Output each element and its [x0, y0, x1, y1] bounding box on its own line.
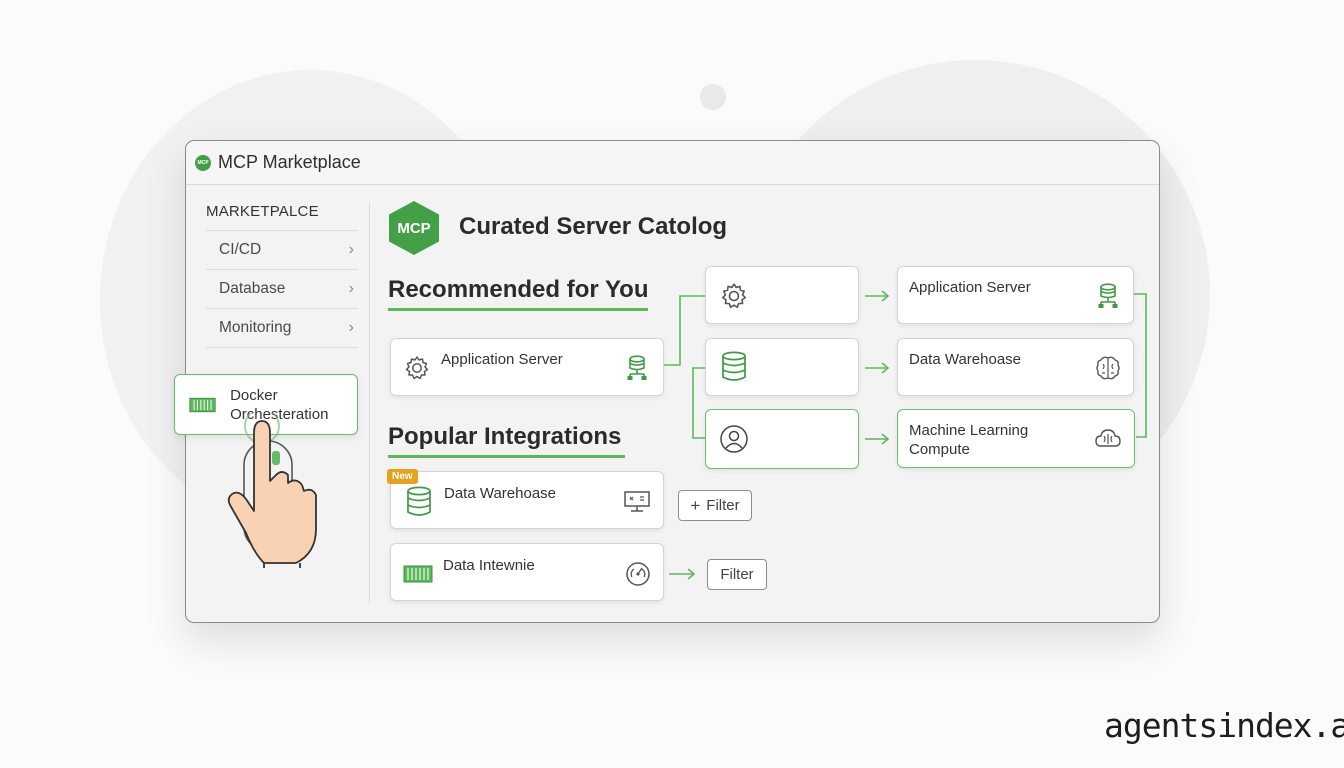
database-icon — [407, 486, 431, 516]
popular-card-data-integration[interactable]: Data Intewnie — [390, 543, 664, 601]
sidebar-divider — [369, 203, 370, 603]
database-icon — [722, 351, 746, 381]
sidebar-item-database[interactable]: Database › — [206, 270, 358, 309]
chevron-right-icon: › — [348, 241, 354, 258]
gear-icon — [721, 283, 747, 309]
brand-watermark: agentsindex.ai — [1104, 706, 1344, 745]
sidebar-item-label: Database — [219, 280, 286, 297]
server-icon — [1098, 283, 1118, 308]
recommended-card-application-server[interactable]: Application Server — [390, 338, 664, 396]
chevron-right-icon: › — [348, 280, 354, 297]
flow-node-user[interactable] — [705, 409, 859, 469]
card-label: Data Warehoase — [909, 351, 1022, 368]
chevron-right-icon: › — [348, 319, 354, 336]
app-window: MCP MCP Marketplace MARKETPALCE CI/CD › … — [174, 140, 1160, 623]
page-title: Curated Server Catolog — [459, 213, 728, 240]
server-icon — [627, 355, 647, 380]
brain-cloud-icon — [1095, 429, 1121, 447]
user-icon — [720, 425, 748, 453]
popular-underline — [388, 455, 625, 458]
card-label: Application Server — [909, 279, 1031, 296]
flow-target-application-server[interactable]: Application Server — [897, 266, 1134, 324]
sidebar-item-label: Monitoring — [219, 319, 292, 336]
sidebar: MARKETPALCE CI/CD › Database › Monitorin… — [206, 203, 358, 348]
sidebar-item-label: CI/CD — [219, 241, 262, 258]
filter-button[interactable]: + Filter — [678, 490, 752, 521]
card-label: Application Server — [441, 351, 563, 368]
app-logo-icon: MCP — [195, 154, 211, 171]
title-bar: MCP MCP Marketplace — [186, 141, 1159, 185]
card-label: Data Warehoase — [444, 485, 557, 502]
filter-button-secondary[interactable]: Filter — [707, 559, 767, 590]
gear-icon — [405, 356, 429, 380]
popular-title: Popular Integrations — [388, 423, 622, 450]
sidebar-item-monitoring[interactable]: Monitoring › — [206, 309, 358, 348]
container-icon — [189, 397, 216, 412]
sidebar-heading: MARKETPALCE — [206, 203, 358, 231]
new-badge: New — [387, 469, 418, 484]
monitor-icon — [624, 491, 650, 512]
flow-target-data-warehouse[interactable]: Data Warehoase — [897, 338, 1134, 396]
mcp-logo: MCP — [389, 201, 439, 255]
pointer-hand-icon — [227, 413, 317, 568]
card-label: Machine Learning Compute — [909, 422, 1029, 458]
filter-button-label: Filter — [706, 497, 740, 514]
popular-card-data-warehouse[interactable]: Data Warehoase — [390, 471, 664, 529]
plus-icon: + — [690, 495, 701, 515]
filter-button-label: Filter — [720, 566, 754, 583]
window-title: MCP Marketplace — [218, 152, 361, 172]
recommended-title: Recommended for You — [388, 276, 649, 303]
brain-icon — [1096, 356, 1120, 380]
sidebar-item-cicd[interactable]: CI/CD › — [206, 231, 358, 270]
gauge-icon — [626, 562, 650, 586]
background-dot — [700, 84, 726, 110]
flow-target-machine-learning[interactable]: Machine Learning Compute — [897, 409, 1135, 468]
recommended-underline — [388, 308, 648, 311]
container-icon — [403, 565, 433, 583]
card-label: Data Intewnie — [443, 557, 535, 574]
flow-node-settings[interactable] — [705, 266, 859, 324]
flow-node-database[interactable] — [705, 338, 859, 396]
